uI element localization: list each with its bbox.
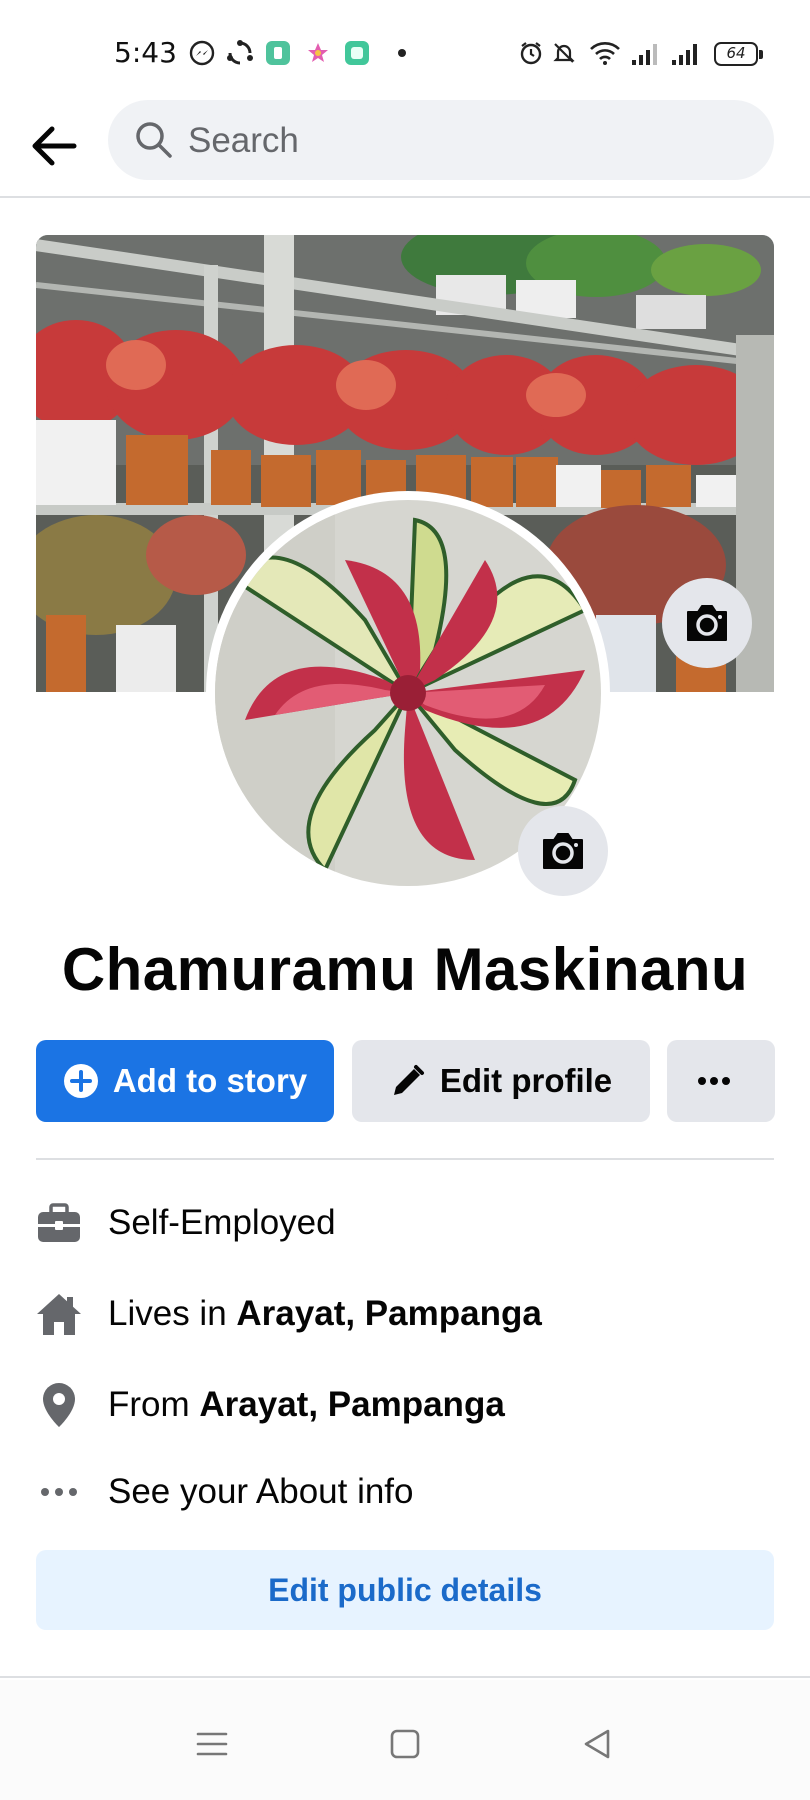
camera-icon xyxy=(687,605,727,641)
arrow-left-icon[interactable] xyxy=(26,118,82,174)
about-link[interactable]: See your About info xyxy=(108,1472,414,1512)
top-header: Search xyxy=(0,100,810,198)
avatar-camera-button[interactable] xyxy=(518,806,608,896)
square-app-icon xyxy=(345,41,369,65)
cover-camera-button[interactable] xyxy=(662,578,752,668)
briefcase-icon xyxy=(36,1200,82,1246)
sync-icon xyxy=(227,40,253,65)
detail-lives-in: Lives in Arayat, Pampanga xyxy=(36,1284,774,1344)
back-triangle-icon[interactable] xyxy=(580,1726,616,1762)
search-bar[interactable]: Search xyxy=(108,100,774,180)
app-icon xyxy=(266,41,290,65)
add-to-story-label: Add to story xyxy=(112,1062,308,1099)
location-pin-icon xyxy=(36,1382,82,1428)
work-text: Self-Employed xyxy=(108,1203,336,1242)
status-bar: 5:43 64 xyxy=(0,0,810,100)
signal-icon-2 xyxy=(672,44,697,65)
mute-icon xyxy=(553,43,575,63)
detail-from: From Arayat, Pampanga xyxy=(36,1375,774,1435)
alarm-icon xyxy=(520,42,542,65)
more-button[interactable] xyxy=(667,1040,775,1122)
edit-profile-label: Edit profile xyxy=(439,1062,613,1099)
wifi-icon xyxy=(590,42,620,65)
profile-name: Chamuramu Maskinanu xyxy=(61,936,749,1003)
pencil-icon xyxy=(393,1065,424,1095)
notification-dot xyxy=(398,49,406,57)
bottom-divider xyxy=(0,1676,810,1678)
detail-work: Self-Employed xyxy=(36,1193,774,1253)
search-input[interactable]: Search xyxy=(188,121,299,161)
signal-icon xyxy=(632,44,657,65)
section-divider xyxy=(36,1158,774,1160)
detail-about[interactable]: See your About info xyxy=(36,1462,774,1522)
home-icon xyxy=(36,1291,82,1337)
from-text: From Arayat, Pampanga xyxy=(108,1385,505,1424)
plus-circle-icon xyxy=(63,1064,98,1098)
messenger-icon xyxy=(189,40,215,66)
status-time: 5:43 xyxy=(114,36,177,69)
more-horizontal-icon xyxy=(698,1077,730,1085)
home-square-icon[interactable] xyxy=(387,1726,423,1762)
star-app-icon xyxy=(308,43,328,62)
camera-icon xyxy=(543,833,583,869)
menu-icon[interactable] xyxy=(194,1726,230,1762)
edit-public-details-button[interactable]: Edit public details xyxy=(36,1550,774,1630)
more-dots-icon xyxy=(36,1469,82,1515)
battery-icon: 64 xyxy=(714,42,763,66)
system-nav-bar xyxy=(0,1680,810,1800)
lives-in-text: Lives in Arayat, Pampanga xyxy=(108,1294,542,1333)
search-icon xyxy=(136,122,172,158)
edit-profile-button[interactable]: Edit profile xyxy=(352,1040,650,1122)
add-to-story-button[interactable]: Add to story xyxy=(36,1040,334,1122)
